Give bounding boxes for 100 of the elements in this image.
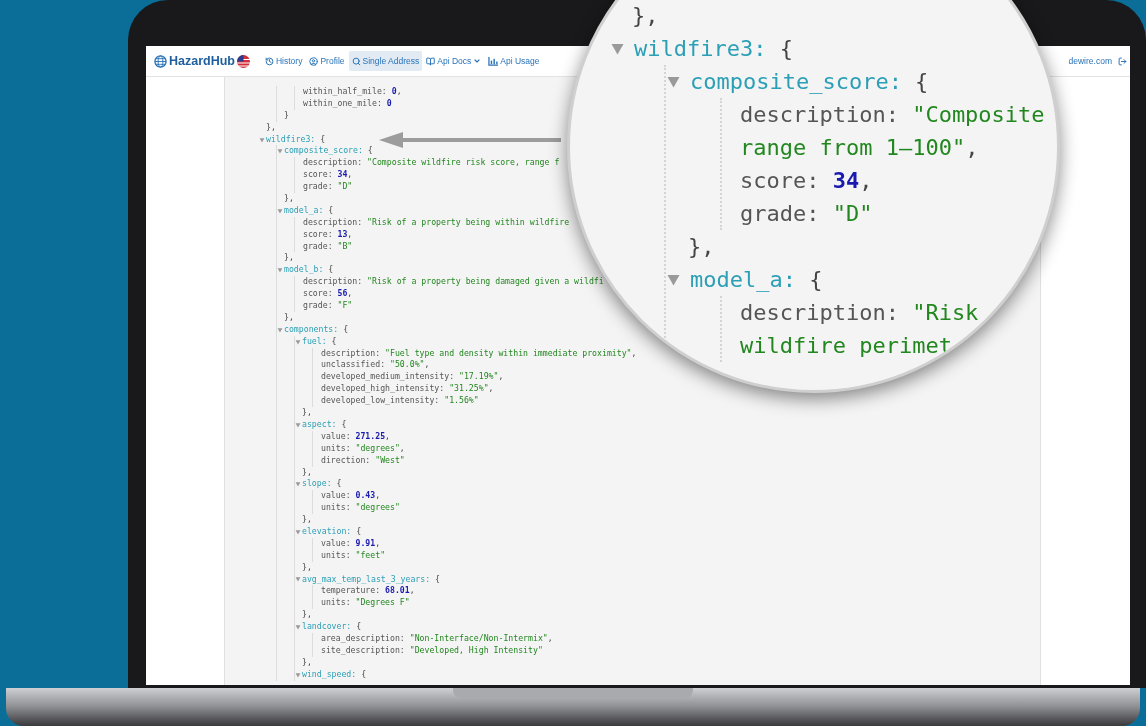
json-key: score: (303, 288, 333, 301)
json-key: units: (321, 549, 351, 562)
expand-triangle-icon[interactable] (295, 576, 301, 583)
expand-triangle-icon[interactable] (277, 207, 283, 214)
expand-triangle-icon[interactable] (666, 74, 681, 89)
json-punctuation: { (341, 418, 347, 431)
json-key: model_b: (284, 264, 324, 277)
json-key: units: (321, 597, 351, 610)
json-value: "degrees" (355, 442, 400, 455)
nav-tab[interactable]: Profile (306, 51, 348, 71)
json-value: 34 (832, 167, 860, 195)
json-key: units: (321, 502, 351, 515)
json-key: grade: (303, 240, 333, 253)
brand-name[interactable]: HazardHub (169, 51, 235, 71)
json-punctuation: }, (688, 234, 715, 259)
expand-triangle-icon[interactable] (666, 272, 681, 287)
json-punctuation: } (284, 109, 289, 120)
json-value: "Risk (912, 299, 979, 327)
json-punctuation: }, (284, 311, 294, 322)
nav-tab[interactable]: Api Docs (423, 51, 485, 71)
json-key: description: (303, 216, 363, 229)
json-punctuation: { (328, 264, 334, 277)
json-punctuation: , (347, 288, 353, 301)
nav-icon (265, 56, 274, 66)
json-punctuation: { (435, 573, 440, 586)
json-key: temperature: (321, 585, 381, 598)
json-value: "feet" (355, 549, 386, 562)
json-punctuation: , (399, 442, 405, 455)
json-value: "F" (337, 300, 353, 312)
expand-triangle-icon[interactable] (295, 671, 301, 678)
nav-tab[interactable]: History (262, 51, 306, 71)
json-punctuation: { (343, 323, 349, 336)
expand-triangle-icon[interactable] (295, 481, 301, 488)
json-punctuation: { (361, 668, 367, 681)
expand-triangle-icon[interactable] (277, 326, 283, 333)
json-key: direction: (321, 454, 371, 467)
json-value: "17.19%" (459, 371, 499, 384)
json-punctuation: { (779, 35, 793, 63)
json-value: "degrees" (355, 502, 400, 515)
expand-triangle-icon[interactable] (295, 338, 301, 345)
json-key: fuel: (302, 335, 327, 348)
json-key: elevation: (302, 525, 352, 538)
json-punctuation: { (356, 525, 362, 538)
nav-icon (309, 56, 319, 66)
json-value: 0 (391, 86, 397, 98)
json-value: "West" (375, 454, 405, 467)
nav-tab[interactable]: Single Address (348, 51, 423, 71)
globe-icon (154, 54, 167, 68)
json-punctuation: }, (302, 407, 312, 418)
json-value: "Risk of a property being within wildfire (367, 216, 570, 229)
nav-tab[interactable]: Api Usage (485, 51, 543, 71)
json-key: score: (740, 164, 820, 197)
json-punctuation: , (396, 86, 402, 98)
json-punctuation: , (375, 490, 381, 503)
json-punctuation: }, (302, 466, 312, 477)
expand-triangle-icon[interactable] (295, 421, 301, 428)
expand-triangle-icon[interactable] (295, 528, 301, 535)
json-value: "1.56%" (444, 395, 479, 408)
user-email[interactable]: dewire.com (1068, 54, 1112, 68)
json-value: "Developed, High Intensity" (409, 644, 543, 657)
expand-triangle-icon[interactable] (277, 148, 283, 155)
json-key: within_one_mile: (303, 97, 382, 110)
expand-triangle-icon[interactable] (277, 267, 283, 274)
json-key: description: (303, 157, 363, 170)
json-key: grade: (303, 300, 333, 312)
json-value: "Risk of a property being damaged given a wildfi (367, 276, 604, 289)
json-punctuation: }, (302, 609, 312, 620)
json-key: score: (303, 228, 333, 241)
json-key: value: (321, 490, 351, 503)
json-value: 0 (386, 97, 392, 110)
json-punctuation: , (347, 228, 353, 241)
logout-icon[interactable] (1118, 56, 1127, 66)
json-key: model_a: (690, 263, 796, 296)
json-punctuation: , (859, 167, 873, 195)
json-value: "Composite (912, 101, 1045, 129)
json-value: 68.01 (385, 585, 410, 598)
json-key: grade: (740, 197, 820, 230)
expand-triangle-icon[interactable] (259, 136, 265, 143)
json-punctuation: , (547, 632, 553, 645)
json-value: "Degrees F" (355, 597, 410, 610)
json-punctuation: , (375, 537, 381, 550)
json-key: description: (740, 296, 899, 329)
nav-icon (426, 56, 436, 66)
json-key: description: (321, 347, 381, 360)
json-punctuation: { (367, 145, 373, 158)
bar-chart-icon (488, 56, 499, 66)
json-key: components: (284, 323, 339, 336)
json-punctuation: { (915, 68, 929, 96)
json-punctuation: , (631, 347, 637, 360)
json-punctuation: { (336, 478, 342, 491)
json-value: range from 1–100" (740, 134, 966, 162)
json-punctuation: , (385, 430, 390, 443)
json-value: "D" (337, 181, 353, 193)
expand-triangle-icon[interactable] (295, 624, 301, 630)
json-punctuation: { (331, 335, 337, 348)
flag-icon (237, 54, 250, 68)
json-punctuation: }, (302, 656, 312, 667)
json-key: landcover: (302, 621, 352, 633)
expand-triangle-icon[interactable] (610, 41, 625, 56)
json-key: grade: (303, 181, 333, 193)
